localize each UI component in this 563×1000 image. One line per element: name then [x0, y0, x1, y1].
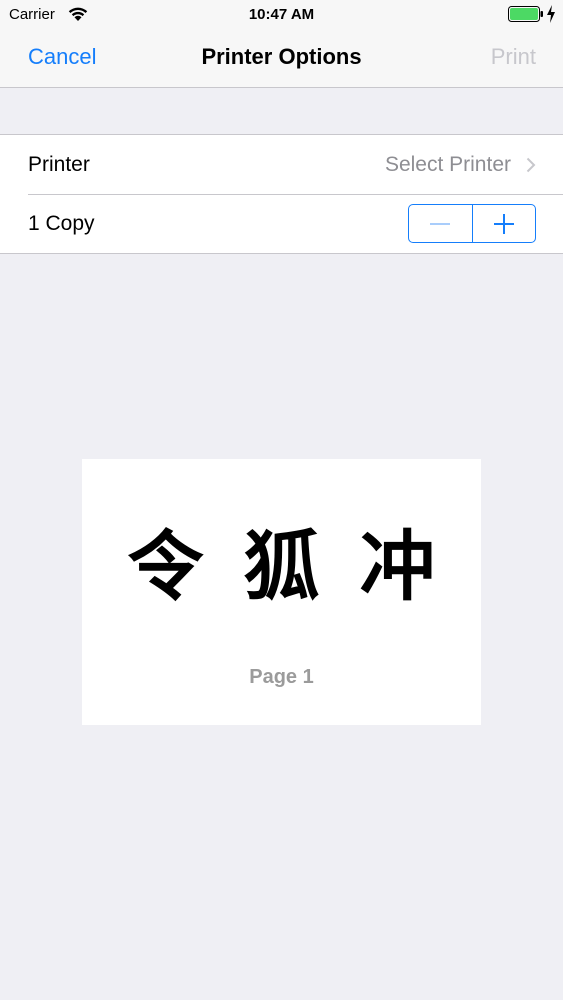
increment-button[interactable] [471, 205, 536, 242]
print-button[interactable]: Print [491, 44, 536, 70]
printer-row[interactable]: Printer Select Printer [0, 135, 563, 194]
charging-bolt-icon [547, 5, 555, 23]
battery-icon [508, 6, 543, 22]
printer-settings-group: Printer Select Printer 1 Copy [0, 134, 563, 254]
print-preview-page[interactable]: 令狐冲 Page 1 [82, 459, 481, 725]
printer-label: Printer [28, 153, 90, 176]
chevron-right-icon [526, 157, 536, 173]
plus-icon [493, 213, 514, 234]
clock: 10:47 AM [248, 6, 315, 23]
page-number-label: Page 1 [249, 666, 314, 688]
status-bar: Carrier 10:47 AM [0, 0, 563, 30]
copies-row: 1 Copy [0, 194, 563, 253]
minus-icon [430, 222, 451, 225]
decrement-button[interactable] [409, 205, 472, 242]
copies-stepper [408, 204, 536, 243]
preview-calligraphy-text: 令狐冲 [127, 522, 476, 611]
navigation-bar: Cancel Printer Options Print [0, 30, 563, 88]
printer-value: Select Printer [384, 153, 511, 176]
copies-label: 1 Copy [28, 212, 95, 235]
page-title: Printer Options [201, 44, 362, 69]
